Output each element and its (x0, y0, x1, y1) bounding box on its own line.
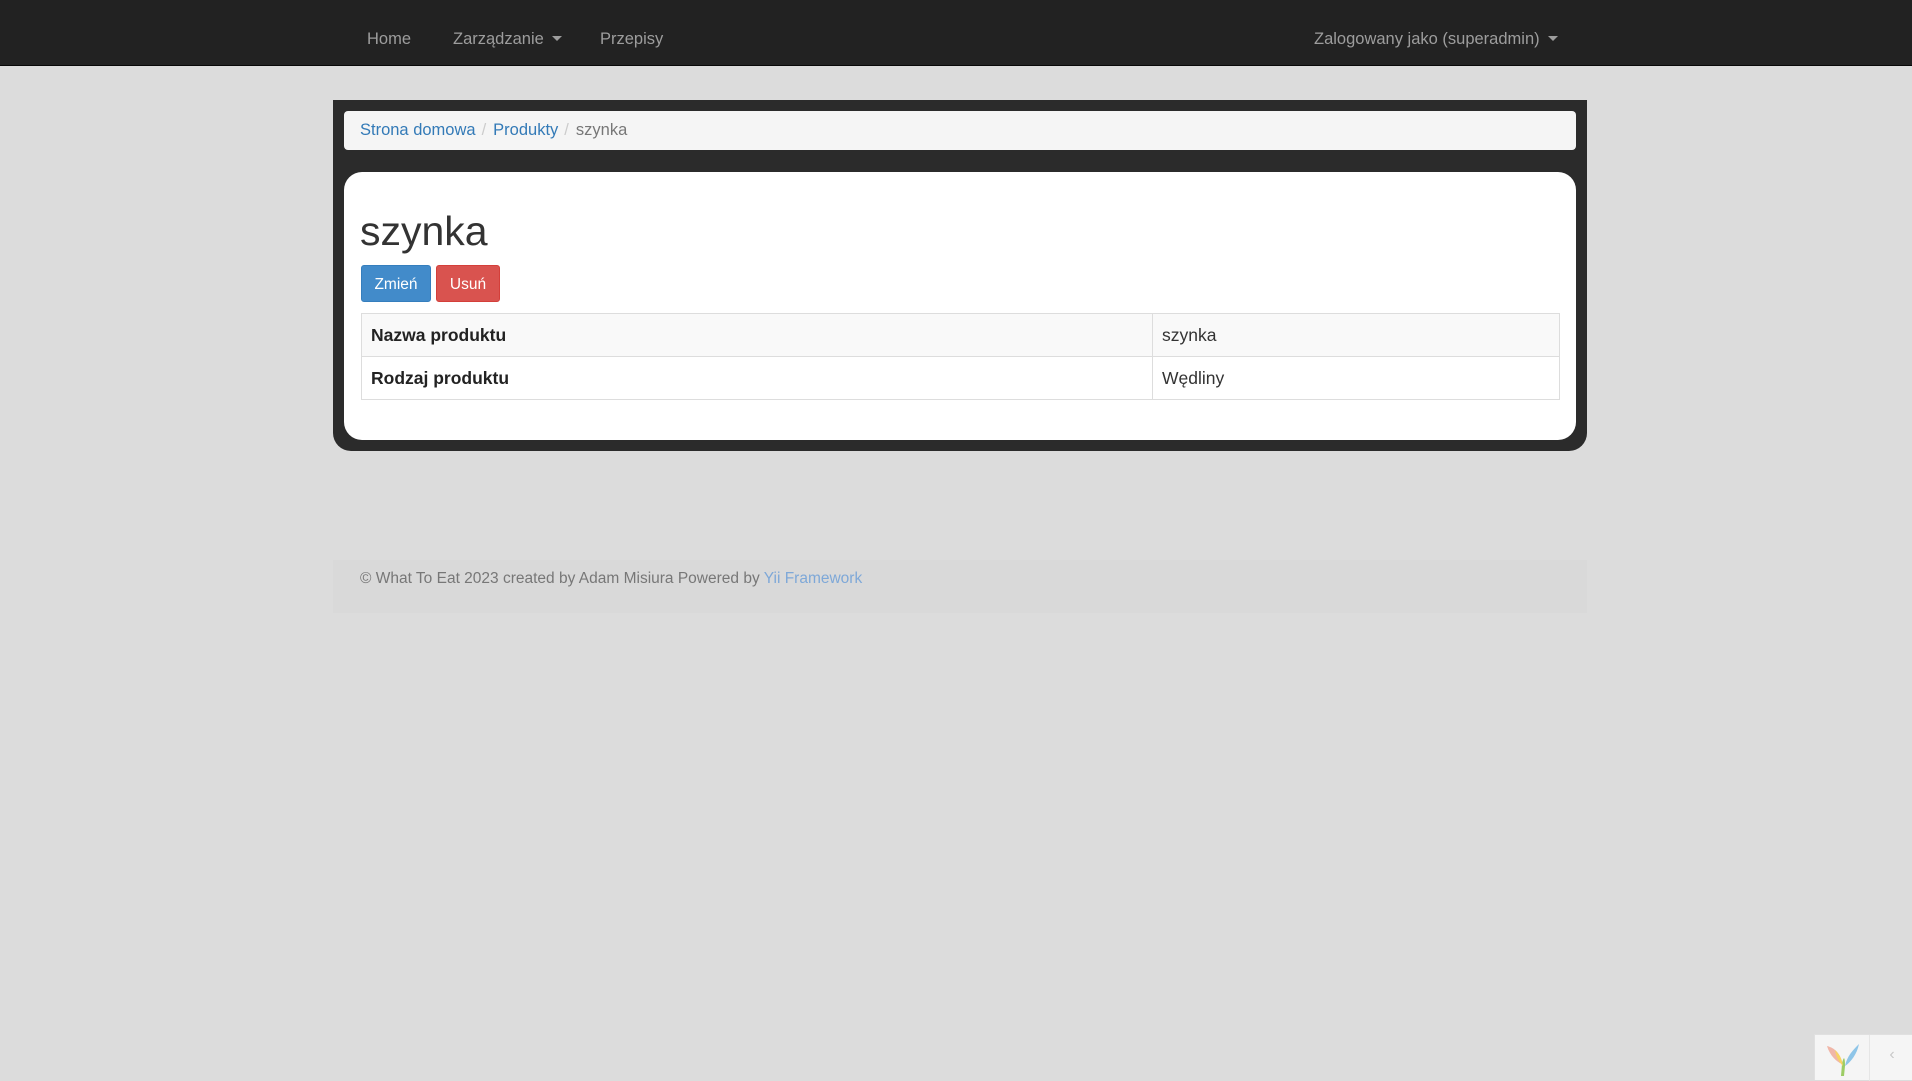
breadcrumb-home-link[interactable]: Strona domowa (360, 121, 476, 139)
breadcrumb: Strona domowa / Produkty / szynka (344, 111, 1576, 150)
breadcrumb-products-link[interactable]: Produkty (493, 121, 558, 139)
footer-text: © What To Eat 2023 created by Adam Misiu… (360, 570, 764, 587)
detail-label: Nazwa produktu (361, 313, 1153, 357)
nav-zarzadzanie-label: Zarządzanie (453, 30, 544, 48)
edit-button[interactable]: Zmień (361, 265, 431, 302)
user-menu-label: Zalogowany jako (superadmin) (1314, 30, 1540, 48)
user-menu-dropdown[interactable]: Zalogowany jako (superadmin) (1314, 0, 1558, 65)
footer: © What To Eat 2023 created by Adam Misiu… (333, 560, 1587, 613)
caret-down-icon (1547, 36, 1558, 42)
detail-value: szynka (1152, 313, 1560, 357)
breadcrumb-separator: / (481, 121, 487, 139)
page-title: szynka (360, 208, 488, 254)
debug-toggle-chevron-icon[interactable]: ‹ (1869, 1035, 1912, 1081)
product-detail-table: Nazwa produktu szynka Rodzaj produktu Wę… (361, 313, 1560, 400)
nav-home[interactable]: Home (367, 0, 411, 65)
yii-logo-icon[interactable] (1823, 1040, 1863, 1078)
nav-przepisy[interactable]: Przepisy (600, 0, 663, 65)
delete-button[interactable]: Usuń (436, 265, 500, 302)
table-row: Nazwa produktu szynka (361, 313, 1560, 357)
nav-zarzadzanie-dropdown[interactable]: Zarządzanie (453, 0, 562, 65)
detail-value: Wędliny (1152, 356, 1560, 400)
breadcrumb-separator: / (564, 121, 569, 139)
table-row: Rodzaj produktu Wędliny (361, 356, 1560, 400)
caret-down-icon (551, 36, 562, 42)
debug-toolbar[interactable]: ‹ (1814, 1034, 1912, 1081)
breadcrumb-current: szynka (575, 121, 628, 139)
yii-framework-link[interactable]: Yii Framework (764, 570, 862, 587)
navbar: Home Zarządzanie Przepisy Zalogowany jak… (0, 0, 1912, 66)
detail-label: Rodzaj produktu (361, 356, 1153, 400)
